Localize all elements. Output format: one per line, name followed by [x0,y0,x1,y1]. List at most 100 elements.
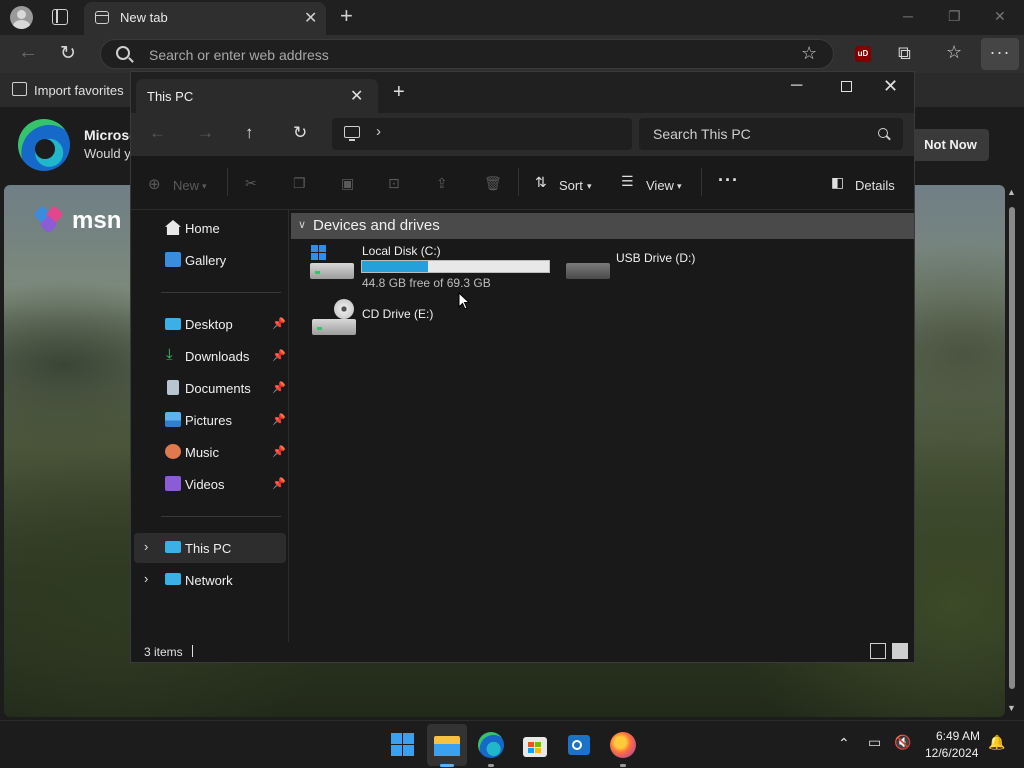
explorer-forward-icon[interactable]: → [197,123,214,143]
network-icon [165,573,181,585]
new-plus-icon[interactable]: ⊕ [148,175,161,193]
expand-chevron-icon[interactable]: › [144,539,148,554]
sidebar-item-label: Music [185,445,219,460]
page-scrollbar[interactable]: ▲ ▼ [1006,185,1018,715]
explorer-address-bar[interactable]: › [332,118,632,150]
file-explorer-taskbar-icon[interactable] [434,732,460,758]
sort-button[interactable]: Sort [559,178,583,193]
explorer-tab-title: This PC [147,89,194,104]
new-button[interactable]: New [173,178,199,193]
import-favorites-link[interactable]: Import favorites [34,83,124,98]
browser-restore-icon[interactable]: ❐ [948,8,961,25]
videos-icon [165,476,181,491]
explorer-tab-close-icon[interactable]: ✕ [350,86,363,106]
breadcrumb-chevron-icon[interactable]: › [376,123,381,140]
show-hidden-icons-chevron-icon[interactable]: ⌃ [838,735,850,752]
music-icon [165,444,181,459]
view-button[interactable]: View [646,178,674,193]
browser-close-icon[interactable]: ✕ [994,8,1006,25]
view-chevron-down-icon: ▾ [677,181,682,191]
this-pc-monitor-icon [344,126,360,141]
ublock-extension-icon[interactable]: uD [855,46,871,62]
details-button[interactable]: Details [855,178,895,193]
sidebar-item-home[interactable]: Home [134,213,286,243]
promo-subtitle: Would y [84,146,131,161]
edge-taskbar-icon[interactable] [478,732,504,758]
collapse-chevron-icon[interactable]: ∨ [298,218,306,231]
browser-tab-new-tab[interactable]: New tab ✕ [84,2,326,35]
explorer-command-bar: ⊕ New ▾ ✂ ❐ ▣ ⊡ ⇪ 🗑 ⇅ Sort ▾ ☰ View ▾ ··… [131,156,914,210]
explorer-refresh-icon[interactable]: ↻ [293,123,307,143]
notification-bell-icon[interactable]: 🔔 [988,734,1005,751]
sidebar-item-label: Gallery [185,253,227,268]
explorer-search-box[interactable]: Search This PC [639,118,903,150]
clock-date[interactable]: 12/6/2024 [925,746,978,760]
large-icons-view-icon[interactable] [892,643,908,659]
explorer-tab-this-pc[interactable]: This PC ✕ [136,79,378,113]
volume-muted-icon[interactable]: 🔇 [894,734,911,751]
item-count: 3 items [144,645,183,659]
browser-new-tab-icon[interactable]: + [340,3,353,29]
downloads-arrow-icon: ⤓ [166,346,173,363]
browser-back-icon[interactable]: ← [18,41,38,64]
explorer-close-icon[interactable]: ✕ [883,76,898,97]
outlook-taskbar-icon[interactable] [566,732,592,758]
not-now-button[interactable]: Not Now [912,129,989,161]
explorer-minimize-icon[interactable]: ─ [791,77,802,95]
sidebar-item-gallery[interactable]: Gallery [134,245,286,275]
expand-chevron-icon[interactable]: › [144,571,148,586]
paste-clipboard-icon[interactable]: ▣ [341,175,354,192]
rename-icon[interactable]: ⊡ [388,175,400,192]
explorer-up-icon[interactable]: ↑ [245,123,254,143]
details-view-icon[interactable] [870,643,886,659]
navigation-pane: Home Gallery Desktop 📌 ⤓ Downloads 📌 Doc… [131,210,289,642]
address-bar-placeholder: Search or enter web address [149,47,329,63]
sidebar-item-this-pc[interactable]: › This PC [134,533,286,563]
more-options-icon[interactable]: ··· [718,170,739,191]
scrollbar-thumb[interactable] [1009,207,1015,689]
details-pane-icon[interactable]: ◧ [831,174,844,191]
favorites-icon[interactable]: ☆ [946,42,962,63]
firefox-taskbar-icon[interactable] [610,732,636,758]
network-status-icon[interactable]: ▭ [868,734,881,751]
browser-tab-close-icon[interactable]: ✕ [304,8,317,28]
explorer-new-tab-icon[interactable]: + [393,81,405,104]
start-windows-icon[interactable] [390,732,416,758]
sidebar-item-network[interactable]: › Network [134,565,286,595]
share-icon[interactable]: ⇪ [436,175,448,192]
sidebar-item-pictures[interactable]: Pictures 📌 [134,405,286,435]
explorer-maximize-icon[interactable] [841,81,852,92]
delete-trash-icon[interactable]: 🗑 [484,175,502,192]
view-layout-icon[interactable]: ☰ [621,173,634,190]
clock-time[interactable]: 6:49 AM [936,729,980,743]
address-bar[interactable]: Search or enter web address ☆ [100,39,834,69]
sort-arrows-icon[interactable]: ⇅ [535,174,547,191]
sidebar-divider [161,292,281,293]
sidebar-item-downloads[interactable]: ⤓ Downloads 📌 [134,341,286,371]
browser-refresh-icon[interactable]: ↻ [60,42,76,65]
browser-minimize-icon[interactable]: ─ [903,8,913,24]
msn-logo-text: msn [72,207,122,234]
store-taskbar-icon[interactable] [522,732,548,758]
scroll-up-icon[interactable]: ▲ [1007,187,1016,197]
scroll-down-icon[interactable]: ▼ [1007,703,1016,713]
explorer-back-icon[interactable]: ← [149,123,166,143]
drive-usage-fill [362,261,429,272]
copy-icon[interactable]: ❐ [293,175,306,192]
browser-more-menu-icon[interactable]: ··· [981,38,1019,70]
sidebar-item-videos[interactable]: Videos 📌 [134,469,286,499]
sidebar-item-documents[interactable]: Documents 📌 [134,373,286,403]
favorite-star-icon[interactable]: ☆ [801,43,817,64]
new-chevron-down-icon: ▾ [202,181,207,191]
command-separator [518,168,519,196]
profile-avatar-icon[interactable] [10,6,33,29]
sidebar-item-label: Downloads [185,349,250,364]
extensions-puzzle-icon[interactable]: ⧉ [898,43,911,64]
group-header-devices[interactable]: ∨ Devices and drives [291,213,914,239]
explorer-status-bar: 3 items [131,642,914,662]
tab-actions-icon[interactable] [52,9,68,25]
sidebar-item-desktop[interactable]: Desktop 📌 [134,309,286,339]
cut-scissors-icon[interactable]: ✂ [245,175,257,192]
sidebar-item-music[interactable]: Music 📌 [134,437,286,467]
pictures-icon [165,412,181,427]
